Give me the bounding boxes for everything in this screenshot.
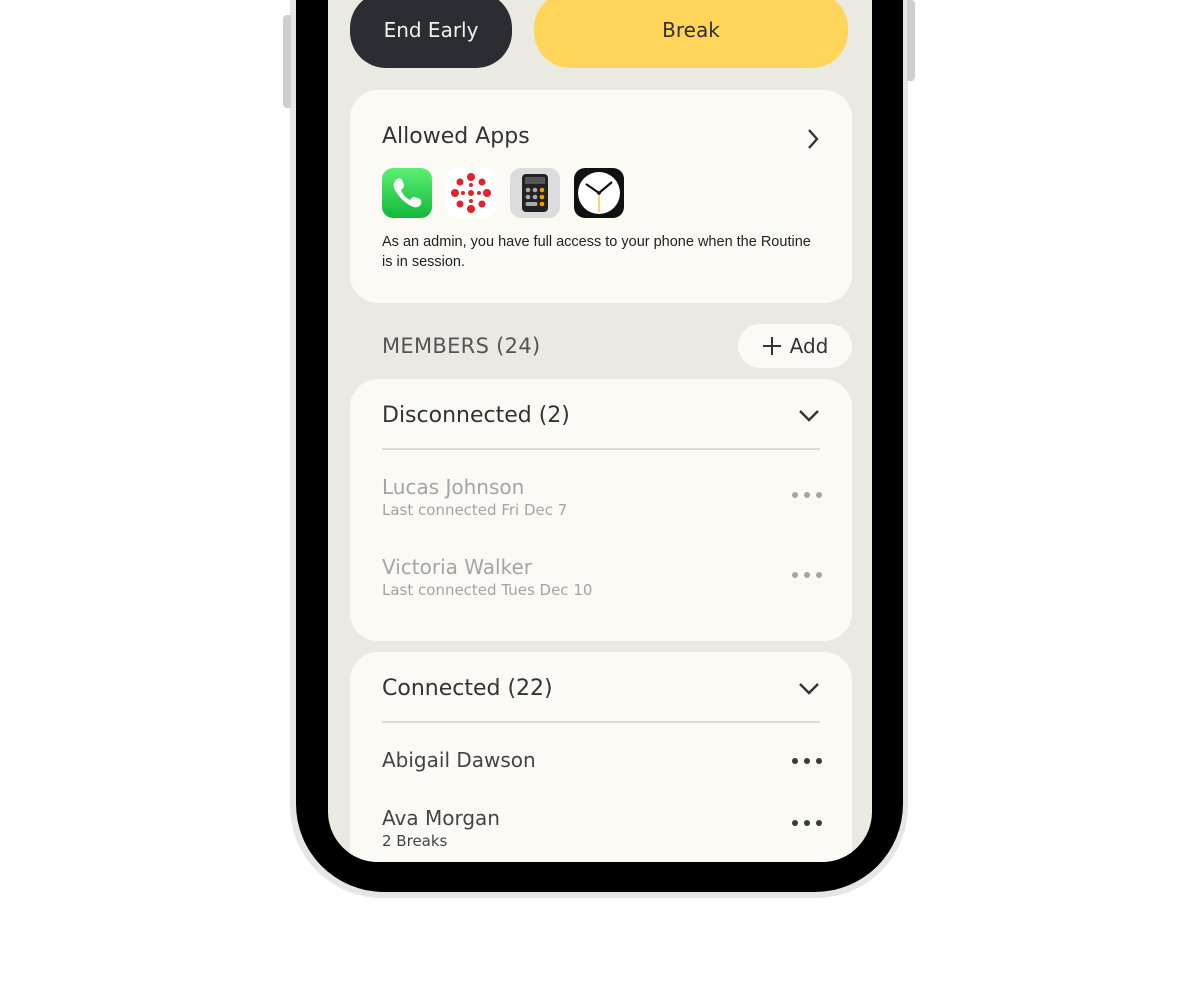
clock-app-icon [574, 168, 624, 218]
allowed-apps-list [382, 168, 624, 218]
more-options-icon[interactable] [792, 492, 822, 498]
connected-group: Connected (22) Abigail Dawson Ava Morgan… [350, 652, 852, 862]
plus-icon [762, 337, 781, 355]
more-options-icon[interactable] [792, 758, 822, 764]
member-row[interactable]: Ava Morgan 2 Breaks [382, 806, 822, 850]
chevron-right-icon[interactable] [806, 128, 820, 150]
allowed-apps-description: As an admin, you have full access to you… [382, 234, 811, 270]
allowed-apps-card[interactable]: Allowed Apps As an admin, you have full … [350, 90, 852, 303]
end-early-button[interactable]: End Early [350, 0, 512, 68]
chevron-down-icon[interactable] [798, 409, 820, 423]
member-row[interactable]: Abigail Dawson [382, 748, 822, 772]
break-button[interactable]: Break [534, 0, 848, 68]
group-title: Connected (22) [382, 676, 553, 701]
canvas-app-icon [446, 168, 496, 218]
phone-app-icon [382, 168, 432, 218]
members-header: MEMBERS (24) [382, 334, 541, 358]
member-name: Victoria Walker [382, 555, 532, 579]
disconnected-group: Disconnected (2) Lucas Johnson Last conn… [350, 379, 852, 641]
member-name: Abigail Dawson [382, 748, 536, 772]
member-status: Last connected Fri Dec 7 [382, 501, 568, 519]
phone-side-button [907, 0, 915, 81]
more-options-icon[interactable] [792, 572, 822, 578]
member-row[interactable]: Lucas Johnson Last connected Fri Dec 7 [382, 475, 822, 519]
member-status: 2 Breaks [382, 832, 448, 850]
add-member-button[interactable]: Add [738, 324, 852, 368]
allowed-apps-title: Allowed Apps [382, 124, 530, 149]
group-title: Disconnected (2) [382, 403, 570, 428]
divider [382, 721, 820, 723]
member-name: Lucas Johnson [382, 475, 525, 499]
member-row[interactable]: Victoria Walker Last connected Tues Dec … [382, 555, 822, 599]
phone-side-button [283, 15, 291, 108]
chevron-down-icon[interactable] [798, 682, 820, 696]
member-status: Last connected Tues Dec 10 [382, 581, 593, 599]
phone-screen: End Early Break Allowed Apps As an admin… [328, 0, 872, 862]
member-name: Ava Morgan [382, 806, 500, 830]
more-options-icon[interactable] [792, 820, 822, 826]
calculator-app-icon [510, 168, 560, 218]
divider [382, 448, 820, 450]
add-label: Add [789, 334, 829, 358]
